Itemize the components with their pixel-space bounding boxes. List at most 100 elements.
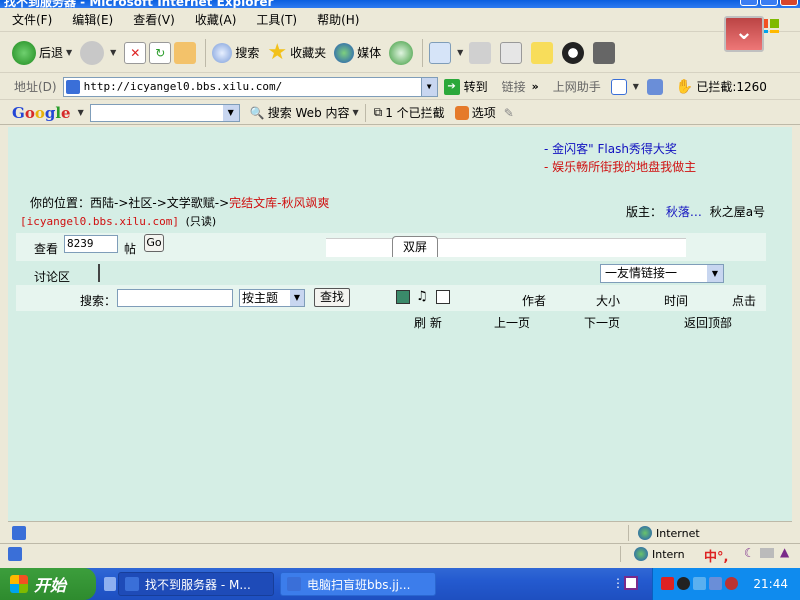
menu-tools[interactable]: 工具(T): [256, 11, 297, 28]
download-accelerator-icon[interactable]: ⌄: [724, 16, 764, 52]
favorites-label: 收藏夹: [290, 46, 327, 60]
windows-flag-icon: [10, 575, 28, 593]
mail-icon[interactable]: [429, 41, 452, 64]
pencil-icon[interactable]: ✎: [504, 106, 514, 120]
history-icon[interactable]: [389, 40, 414, 65]
media-label: 媒体: [357, 46, 382, 60]
eraser-icon[interactable]: [646, 78, 663, 95]
moderator-2[interactable]: 秋之屋a号: [710, 205, 765, 219]
ime-moon-icon[interactable]: ☾: [744, 546, 755, 560]
menu-edit[interactable]: 编辑(E): [72, 11, 113, 28]
chevron-icon[interactable]: »: [532, 80, 539, 93]
home-icon[interactable]: [174, 41, 197, 64]
back-arrow-icon: [12, 40, 36, 65]
clock[interactable]: 21:44: [753, 577, 788, 591]
options-label: 选项: [471, 106, 496, 120]
refresh-link[interactable]: 刷 新: [414, 314, 442, 331]
vertical-scrollbar[interactable]: [792, 127, 800, 521]
links-button[interactable]: 链接: [502, 78, 526, 95]
window-controls: [740, 0, 798, 6]
col-time: 时间: [664, 294, 689, 308]
search-button[interactable]: 搜索: [212, 42, 259, 63]
back-to-top-link[interactable]: 返回顶部: [684, 314, 732, 331]
refresh-icon[interactable]: ↻: [149, 41, 172, 64]
next-page-link[interactable]: 下一页: [584, 314, 620, 331]
network-icon[interactable]: [693, 577, 706, 590]
friend-links-select[interactable]: 一友情链接一 ▼: [600, 264, 724, 283]
back-button[interactable]: 后退 ▼: [12, 40, 72, 65]
close-button[interactable]: [780, 0, 798, 6]
minimize-button[interactable]: [740, 0, 758, 6]
ime-triangle-icon[interactable]: ▲: [780, 545, 789, 559]
go-arrow-icon: ➔: [443, 78, 460, 95]
forward-arrow-icon: [80, 40, 105, 65]
qq-penguin-icon[interactable]: [562, 41, 585, 64]
board-host-link[interactable]: [icyangel0.bbs.xilu.com]: [20, 215, 179, 228]
maximize-button[interactable]: [760, 0, 778, 6]
options-icon: [454, 105, 469, 120]
go-label: 转到: [463, 80, 488, 94]
menu-file[interactable]: 文件(F): [12, 11, 52, 28]
moderator-1[interactable]: 秋落…: [666, 205, 702, 219]
keyboard-icon[interactable]: [760, 548, 774, 558]
announcement-1[interactable]: - 金闪客" Flash秀得大奖: [544, 140, 677, 157]
view-unit: 帖: [124, 242, 137, 256]
media-button[interactable]: 媒体: [334, 42, 382, 63]
checkbox-icon[interactable]: [610, 78, 627, 95]
search-web-label: 搜索 Web 内容: [267, 106, 350, 120]
ie-icon: [287, 577, 301, 591]
search-web-button[interactable]: 🔍 搜索 Web 内容 ▼: [250, 104, 359, 121]
post-number-input[interactable]: 8239: [64, 235, 118, 253]
popups-blocked-label: 1 个已拦截: [385, 106, 445, 120]
print-icon[interactable]: [469, 41, 492, 64]
address-dropdown[interactable]: ▼: [420, 77, 437, 96]
address-input[interactable]: http://icyangel0.bbs.xilu.com/ ▼: [62, 76, 438, 97]
display-icon[interactable]: [709, 577, 722, 590]
popups-blocked-button[interactable]: ⧉ 1 个已拦截: [374, 104, 445, 121]
discussion-label[interactable]: 讨论区: [34, 268, 70, 285]
ime-indicator[interactable]: 中°,: [704, 546, 728, 565]
edit-icon[interactable]: [500, 41, 523, 64]
favorites-button[interactable]: ★ 收藏夹: [267, 40, 326, 65]
tray-chevron-icon[interactable]: ⋮: [612, 576, 624, 590]
taskbar-button-ie[interactable]: 找不到服务器 - M...: [118, 572, 274, 596]
tab-dual-screen[interactable]: 双屏: [392, 236, 438, 257]
google-search-input[interactable]: ▼: [89, 103, 240, 122]
popup-blocker[interactable]: ✋ 已拦截:1260: [676, 78, 767, 95]
compress-icon[interactable]: [593, 41, 616, 64]
board-search-input[interactable]: [117, 289, 233, 307]
google-logo[interactable]: Google: [12, 104, 71, 122]
text-caret: [98, 264, 100, 282]
status-bar: Internet: [8, 521, 792, 543]
antivirus-icon[interactable]: [725, 577, 738, 590]
prev-page-link[interactable]: 上一页: [494, 314, 530, 331]
view-go-button[interactable]: Go: [144, 234, 164, 252]
qq-tray-icon[interactable]: [677, 577, 690, 590]
options-button[interactable]: 选项: [454, 104, 496, 121]
menu-help[interactable]: 帮助(H): [317, 11, 359, 28]
quicklaunch-ie-icon[interactable]: [104, 577, 116, 591]
menu-view[interactable]: 查看(V): [133, 11, 175, 28]
security-zone-2: Intern: [634, 547, 685, 561]
pager-row: 刷 新 上一页 下一页 返回顶部: [16, 311, 766, 331]
find-button[interactable]: 查找: [314, 288, 350, 307]
announcement-2[interactable]: - 娱乐畅所街我的地盘我做主: [544, 158, 696, 175]
page-icon: [8, 547, 22, 561]
forward-button[interactable]: ▼: [80, 40, 116, 65]
go-button[interactable]: ➔ 转到: [443, 78, 488, 95]
tray-icon-1[interactable]: [661, 577, 674, 590]
breadcrumb-path[interactable]: 你的位置：西陆->社区->文学歌赋->: [30, 196, 229, 210]
notes-icon[interactable]: [531, 41, 554, 64]
tray-app-icon[interactable]: [624, 576, 638, 590]
search-by-select[interactable]: 按主题 ▼: [239, 289, 305, 307]
system-tray: 21:44: [652, 568, 800, 600]
title-bar: 找不到服务器 - Microsoft Internet Explorer: [0, 0, 800, 8]
menu-favorites[interactable]: 收藏(A): [195, 11, 237, 28]
start-button[interactable]: 开始: [0, 568, 96, 600]
taskbar-button-bbs[interactable]: 电脑扫盲班bbs.jj...: [280, 572, 436, 596]
friend-links-value: 一友情链接一: [605, 266, 678, 280]
stop-icon[interactable]: ✕: [124, 41, 147, 64]
helper-button[interactable]: 上网助手: [553, 78, 601, 95]
moderators-label: 版主：: [626, 205, 663, 219]
col-size: 大小: [596, 294, 621, 308]
